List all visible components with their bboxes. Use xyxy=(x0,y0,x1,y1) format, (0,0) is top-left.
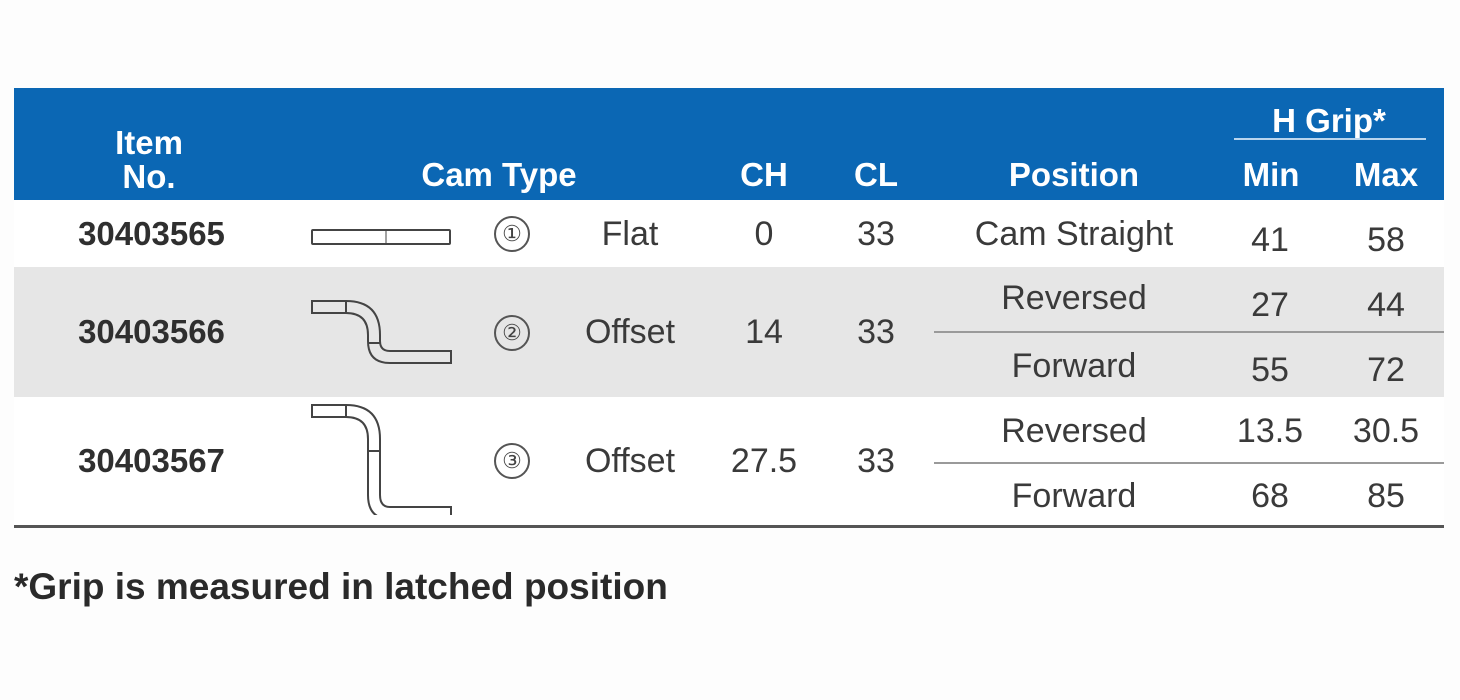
position-divider xyxy=(934,462,1444,464)
table-bottom-rule xyxy=(14,525,1444,528)
grip-max-value: 72 xyxy=(1367,351,1405,389)
header-max: Max xyxy=(1353,156,1419,193)
item-number: 30403566 xyxy=(78,313,225,350)
header-item-line1: Item xyxy=(115,124,183,161)
table-header: Item No. Cam Type CH CL Position H Grip*… xyxy=(14,88,1444,200)
cam-number-badge: ③ xyxy=(494,443,530,479)
grip-min-value: 68 xyxy=(1251,477,1289,515)
ch-value: 27.5 xyxy=(730,442,798,480)
cam-type: Offset xyxy=(584,313,676,351)
cam-type: Offset xyxy=(584,442,676,480)
table-row: 30403566 ② Offset 14 33 Reversed 27 44 F… xyxy=(14,267,1444,397)
grip-min-value: 55 xyxy=(1251,351,1289,389)
item-number: 30403565 xyxy=(78,215,225,252)
header-position: Position xyxy=(1008,156,1140,193)
ch-value: 0 xyxy=(754,215,774,253)
position-value: Forward xyxy=(1011,477,1137,515)
table-row: 30403567 ③ Offset 27.5 33 Reversed 13.5 … xyxy=(14,397,1444,525)
grip-min-value: 13.5 xyxy=(1236,412,1304,450)
position-value: Cam Straight xyxy=(974,215,1174,253)
grip-max-value: 58 xyxy=(1367,221,1405,259)
position-divider xyxy=(934,331,1444,333)
grip-max-value: 30.5 xyxy=(1352,412,1420,450)
grip-footnote: *Grip is measured in latched position xyxy=(14,566,668,607)
position-value: Forward xyxy=(1011,347,1137,385)
header-item-line2: No. xyxy=(122,158,176,195)
tall-offset-cam-icon xyxy=(311,404,452,515)
header-min: Min xyxy=(1242,156,1300,193)
grip-min-value: 27 xyxy=(1251,286,1289,324)
ch-value: 14 xyxy=(745,313,783,351)
cam-number-badge: ① xyxy=(494,216,530,252)
header-h-grip: H Grip* xyxy=(1272,102,1386,139)
position-value: Reversed xyxy=(1001,279,1147,317)
cl-value: 33 xyxy=(857,442,895,480)
table-row: 30403565 ① Flat 0 33 Cam Straight 41 58 xyxy=(14,200,1444,267)
grip-max-value: 85 xyxy=(1367,477,1405,515)
cl-value: 33 xyxy=(857,215,895,253)
header-h-grip-underline xyxy=(1234,138,1426,140)
cl-value: 33 xyxy=(857,313,895,351)
header-cam-type: Cam Type xyxy=(421,156,577,193)
grip-min-value: 41 xyxy=(1251,221,1289,259)
header-cl: CL xyxy=(854,156,898,193)
cam-spec-table: Item No. Cam Type CH CL Position H Grip*… xyxy=(14,88,1444,525)
cam-type: Flat xyxy=(601,215,659,253)
item-number: 30403567 xyxy=(78,442,225,479)
flat-cam-icon xyxy=(311,229,451,245)
header-ch: CH xyxy=(740,156,788,193)
position-value: Reversed xyxy=(1001,412,1147,450)
short-offset-cam-icon xyxy=(311,300,452,364)
header-item-no: Item No. xyxy=(84,126,214,194)
grip-max-value: 44 xyxy=(1367,286,1405,324)
cam-number-badge: ② xyxy=(494,315,530,351)
